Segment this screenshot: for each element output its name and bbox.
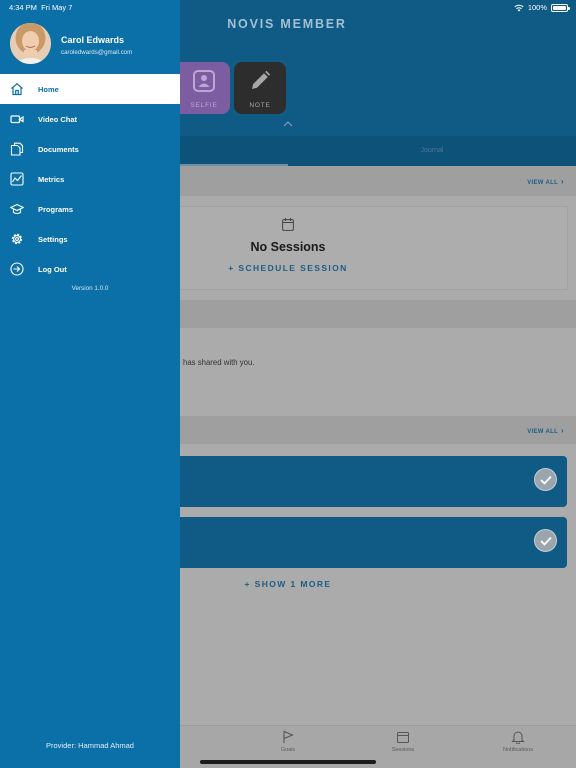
- bell-icon: [511, 731, 525, 744]
- chevron-up-icon[interactable]: [282, 119, 294, 129]
- wifi-icon: [514, 4, 524, 11]
- menu-item-label: Programs: [38, 204, 74, 214]
- status-bar-left: 4:34 PM Fri May 7: [9, 3, 72, 12]
- metrics-chart-icon: [10, 172, 24, 186]
- battery-percent: 100%: [527, 3, 547, 12]
- pencil-icon: [252, 70, 271, 89]
- menu-item-label: Log Out: [38, 264, 67, 274]
- graduation-cap-icon: [10, 203, 24, 215]
- menu-item-metrics[interactable]: Metrics: [0, 164, 180, 194]
- menu-item-label: Home: [38, 84, 59, 94]
- tab-notifications-label: Notifications: [503, 747, 533, 753]
- app-title: NOVIS MEMBER: [227, 17, 347, 31]
- selfie-quick-action[interactable]: SELFIE: [178, 62, 230, 114]
- documents-icon: [10, 142, 24, 156]
- no-sessions-title: No Sessions: [250, 240, 326, 254]
- goal-complete-checkbox[interactable]: [534, 468, 557, 491]
- menu-item-video-chat[interactable]: Video Chat: [0, 104, 180, 134]
- note-label: NOTE: [249, 102, 271, 109]
- gear-icon: [11, 233, 23, 245]
- avatar[interactable]: [10, 23, 51, 64]
- menu-item-documents[interactable]: Documents: [0, 134, 180, 164]
- provider-name: Provider: Hammad Ahmad: [46, 741, 134, 750]
- menu-item-label: Settings: [38, 234, 68, 244]
- status-time: 4:34 PM: [9, 3, 37, 12]
- tab-sessions[interactable]: Sessions: [373, 730, 433, 753]
- menu-item-label: Video Chat: [38, 114, 78, 124]
- calendar-icon: [397, 732, 409, 743]
- profile-name: Carol Edwards: [61, 35, 125, 45]
- menu-item-log-out[interactable]: Log Out: [0, 254, 180, 284]
- menu-item-label: Metrics: [38, 174, 65, 184]
- tab-goals[interactable]: Goals: [258, 730, 318, 753]
- logout-arrow-icon: [10, 262, 24, 276]
- menu-item-home[interactable]: Home: [0, 74, 180, 104]
- tab-journal[interactable]: Journal: [288, 147, 576, 154]
- menu-item-settings[interactable]: Settings: [0, 224, 180, 254]
- tab-notifications[interactable]: Notifications: [488, 730, 548, 753]
- status-bar-right: 100%: [514, 3, 570, 12]
- video-camera-icon: [10, 115, 24, 124]
- chevron-right-icon: ›: [561, 426, 564, 435]
- app-version: Version 1.0.0: [71, 285, 109, 292]
- chevron-right-icon: ›: [561, 177, 564, 186]
- profile-photo: [10, 23, 51, 64]
- home-indicator[interactable]: [200, 760, 376, 764]
- note-quick-action[interactable]: NOTE: [234, 62, 286, 114]
- goal-complete-checkbox[interactable]: [534, 529, 557, 552]
- drawer-menu: Home Video Chat Documents Metrics Progra…: [0, 74, 180, 284]
- flag-icon: [283, 730, 294, 743]
- profile-email: caroledwards@gmail.com: [61, 49, 133, 56]
- tab-sessions-label: Sessions: [391, 747, 415, 753]
- shared-with-you-text: has shared with you.: [183, 358, 255, 367]
- status-date: Fri May 7: [41, 3, 73, 12]
- show-more-goals-button[interactable]: + SHOW 1 MORE: [180, 579, 396, 589]
- home-icon: [11, 83, 23, 96]
- selfie-icon: [193, 70, 215, 92]
- sessions-view-all-link[interactable]: VIEW ALL ›: [527, 177, 564, 186]
- menu-item-programs[interactable]: Programs: [0, 194, 180, 224]
- navigation-drawer: 4:34 PM Fri May 7 Carol Edwards caroledw…: [0, 0, 180, 768]
- checkmark-icon: [540, 475, 552, 485]
- goals-view-all-link[interactable]: VIEW ALL ›: [527, 426, 564, 435]
- battery-icon: [551, 3, 570, 12]
- selfie-label: SELFIE: [190, 102, 218, 109]
- calendar-icon: [282, 218, 294, 231]
- checkmark-icon: [540, 536, 552, 546]
- tab-goals-label: Goals: [280, 747, 296, 753]
- menu-item-label: Documents: [38, 144, 79, 154]
- schedule-session-button[interactable]: + SCHEDULE SESSION: [180, 263, 396, 273]
